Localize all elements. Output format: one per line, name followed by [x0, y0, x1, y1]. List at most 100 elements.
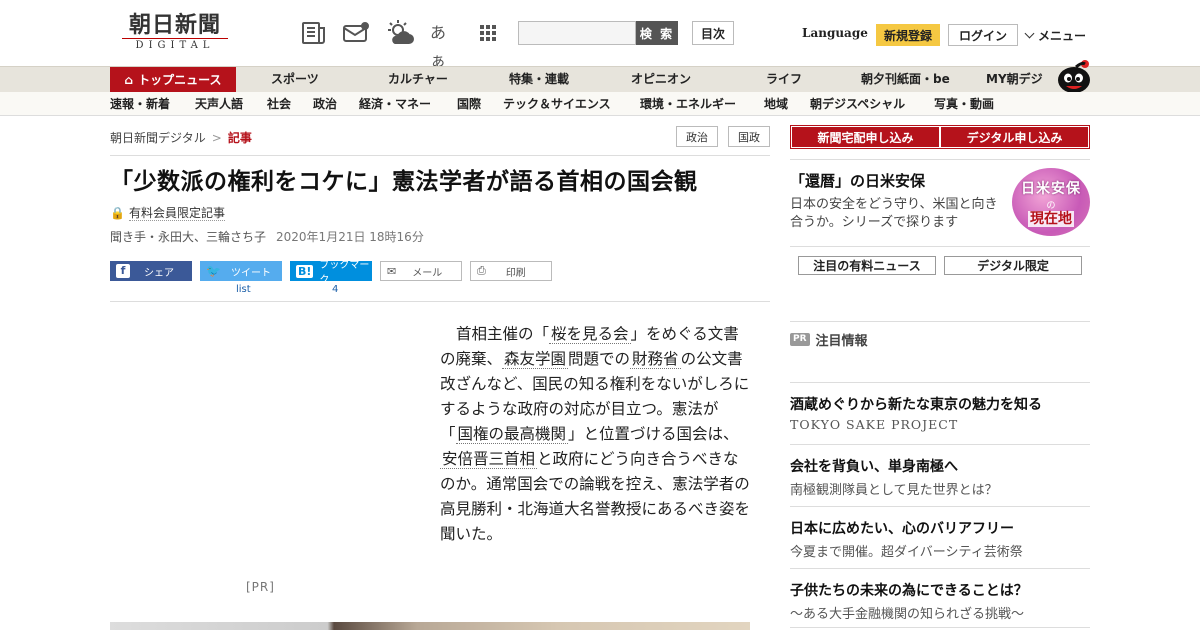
nav-life[interactable]: ライフ	[766, 67, 802, 92]
nav-economy[interactable]: 経済・マネー	[359, 92, 431, 116]
primary-nav: ⌂ トップニュース スポーツ カルチャー 特集・連載 オピニオン ライフ 朝夕刊…	[0, 66, 1200, 92]
lock-icon: 🔒	[110, 206, 125, 220]
subscribe-box: 新聞宅配申し込み デジタル申し込み	[790, 125, 1090, 149]
nav-my-asahi[interactable]: MY朝デジ	[986, 67, 1043, 92]
logo-main-text: 朝日新聞	[128, 12, 221, 38]
nav-international[interactable]: 国際	[457, 92, 481, 116]
lead-text: 首相主催の「	[456, 325, 550, 343]
weather-icon[interactable]	[386, 19, 414, 47]
toc-button[interactable]: 目次	[692, 21, 734, 45]
twitter-icon: 🐦	[206, 264, 221, 278]
print-button[interactable]: ⎙ 印刷	[470, 261, 552, 281]
font-size-icon[interactable]: あぁ	[430, 19, 458, 70]
subscribe-digital-button[interactable]: デジタル申し込み	[941, 127, 1088, 147]
facebook-share-button[interactable]: f シェア	[110, 261, 192, 281]
ad-label: [PR]	[246, 580, 275, 594]
twitter-share-button[interactable]: 🐦 ツイート	[200, 261, 282, 281]
subscribe-print-button[interactable]: 新聞宅配申し込み	[792, 127, 939, 147]
divider	[790, 382, 1090, 383]
promo-description: 日本の安全をどう守り、米国と向き合うか。シリーズで探ります	[790, 197, 998, 230]
search-box: 検 索	[518, 21, 678, 45]
newspaper-icon[interactable]	[300, 19, 328, 47]
register-button[interactable]: 新規登録	[876, 24, 940, 46]
link-moritomo[interactable]: 森友学園	[502, 350, 569, 369]
link-supreme-organ[interactable]: 国権の最高機関	[455, 425, 569, 444]
pr-item-title[interactable]: 酒蔵めぐりから新たな東京の魅力を知る	[790, 394, 1042, 414]
menu-button[interactable]: メニュー	[1024, 27, 1086, 44]
divider	[790, 321, 1090, 322]
login-button[interactable]: ログイン	[948, 24, 1018, 46]
nav-society[interactable]: 社会	[267, 92, 291, 116]
nav-tech[interactable]: テック＆サイエンス	[503, 92, 611, 116]
nav-sports[interactable]: スポーツ	[271, 67, 319, 92]
lead-text: 」と位置づける国会は、	[568, 425, 739, 443]
language-link[interactable]: Language	[802, 26, 868, 40]
print-icon: ⎙	[477, 264, 486, 277]
hatena-bookmark-button[interactable]: B! ブックマーク	[290, 260, 372, 286]
divider	[790, 159, 1090, 160]
mail-share-button[interactable]: ✉ メール	[380, 261, 462, 281]
lead-text: 問題での	[568, 350, 631, 368]
divider	[790, 246, 1090, 247]
mail-share-label: メール	[412, 267, 443, 279]
publish-date: 2020年1月21日 18時16分	[276, 230, 424, 244]
twitter-count[interactable]: list	[236, 284, 251, 295]
pr-section-header: PR 注目情報	[790, 330, 868, 349]
pr-item-title[interactable]: 日本に広めたい、心のバリアフリー	[790, 518, 1014, 538]
digital-only-button[interactable]: デジタル限定	[944, 256, 1082, 275]
tag-politics[interactable]: 政治	[676, 126, 718, 147]
breadcrumb-current: 記事	[227, 131, 252, 145]
pr-item-subtitle[interactable]: 南極観測隊員として見た世界とは？	[790, 479, 998, 498]
hatena-count[interactable]: 4	[332, 284, 338, 295]
members-only-text: 有料会員限定記事	[128, 206, 225, 221]
badge-line3: 現在地	[1028, 210, 1074, 227]
pr-badge: PR	[790, 333, 810, 346]
mail-icon[interactable]	[342, 19, 370, 47]
nav-environment[interactable]: 環境・エネルギー	[640, 92, 736, 116]
mascot-icon[interactable]	[1054, 58, 1094, 94]
nav-culture[interactable]: カルチャー	[388, 67, 448, 92]
divider	[110, 155, 770, 156]
pr-item-title[interactable]: 会社を背負い、単身南極へ	[790, 456, 958, 476]
link-mof[interactable]: 財務省	[630, 350, 681, 369]
promo-badge-image[interactable]: 日米安保 の 現在地	[1012, 168, 1090, 236]
breadcrumb-separator: >	[211, 131, 222, 145]
pr-item-title[interactable]: 子供たちの未来の為にできることは？	[790, 580, 1028, 600]
secondary-nav: 速報・新着 天声人語 社会 政治 経済・マネー 国際 テック＆サイエンス 環境・…	[0, 92, 1200, 116]
nav-opinion[interactable]: オピニオン	[631, 67, 691, 92]
facebook-share-label: シェア	[144, 267, 174, 279]
nav-features[interactable]: 特集・連載	[509, 67, 569, 92]
nav-top-news[interactable]: ⌂ トップニュース	[110, 67, 236, 92]
nav-breaking[interactable]: 速報・新着	[110, 92, 170, 116]
nav-photo-video[interactable]: 写真・動画	[934, 92, 994, 116]
pr-item-subtitle[interactable]: 今夏まで開催。超ダイバーシティ芸術祭	[790, 541, 1023, 560]
featured-paid-news-button[interactable]: 注目の有料ニュース	[798, 256, 936, 275]
search-input[interactable]	[518, 21, 636, 45]
breadcrumb-home[interactable]: 朝日新聞デジタル	[110, 131, 206, 145]
logo-sub-text: DIGITAL	[122, 38, 228, 52]
article-headline: 「少数派の権利をコケに」憲法学者が語る首相の国会観	[110, 169, 698, 195]
divider	[790, 444, 1090, 445]
mail-share-icon: ✉	[387, 264, 397, 278]
pr-item-subtitle[interactable]: TOKYO SAKE PROJECT	[790, 417, 958, 432]
divider	[790, 506, 1090, 507]
nav-paper[interactable]: 朝夕刊紙面・be	[861, 67, 950, 92]
nav-politics[interactable]: 政治	[313, 92, 337, 116]
article-lead: 首相主催の「 桜を見る会 」をめぐる文書の廃棄、 森友学園 問題での 財務省 の公文書改ざん…	[440, 322, 750, 547]
link-abe[interactable]: 安倍晋三首相	[440, 450, 538, 469]
facebook-icon: f	[116, 264, 130, 278]
members-only-label[interactable]: 🔒 有料会員限定記事	[110, 204, 225, 221]
tag-national-politics[interactable]: 国政	[728, 126, 770, 147]
badge-line1: 日米安保	[1021, 180, 1081, 197]
article-photo	[110, 622, 750, 630]
grid-menu-icon[interactable]	[474, 19, 502, 47]
promo-title[interactable]: 「還暦」の日米安保	[790, 170, 925, 191]
chevron-down-icon	[1024, 28, 1035, 39]
link-sakura-party[interactable]: 桜を見る会	[549, 325, 631, 344]
nav-local[interactable]: 地域	[764, 92, 788, 116]
search-button[interactable]: 検 索	[636, 21, 678, 45]
site-logo[interactable]: 朝日新聞 DIGITAL	[116, 12, 234, 52]
nav-special[interactable]: 朝デジスペシャル	[810, 92, 905, 116]
pr-item-subtitle[interactable]: ～ある大手金融機関の知られざる挑戦～	[790, 603, 1024, 622]
nav-tensei[interactable]: 天声人語	[195, 92, 243, 116]
